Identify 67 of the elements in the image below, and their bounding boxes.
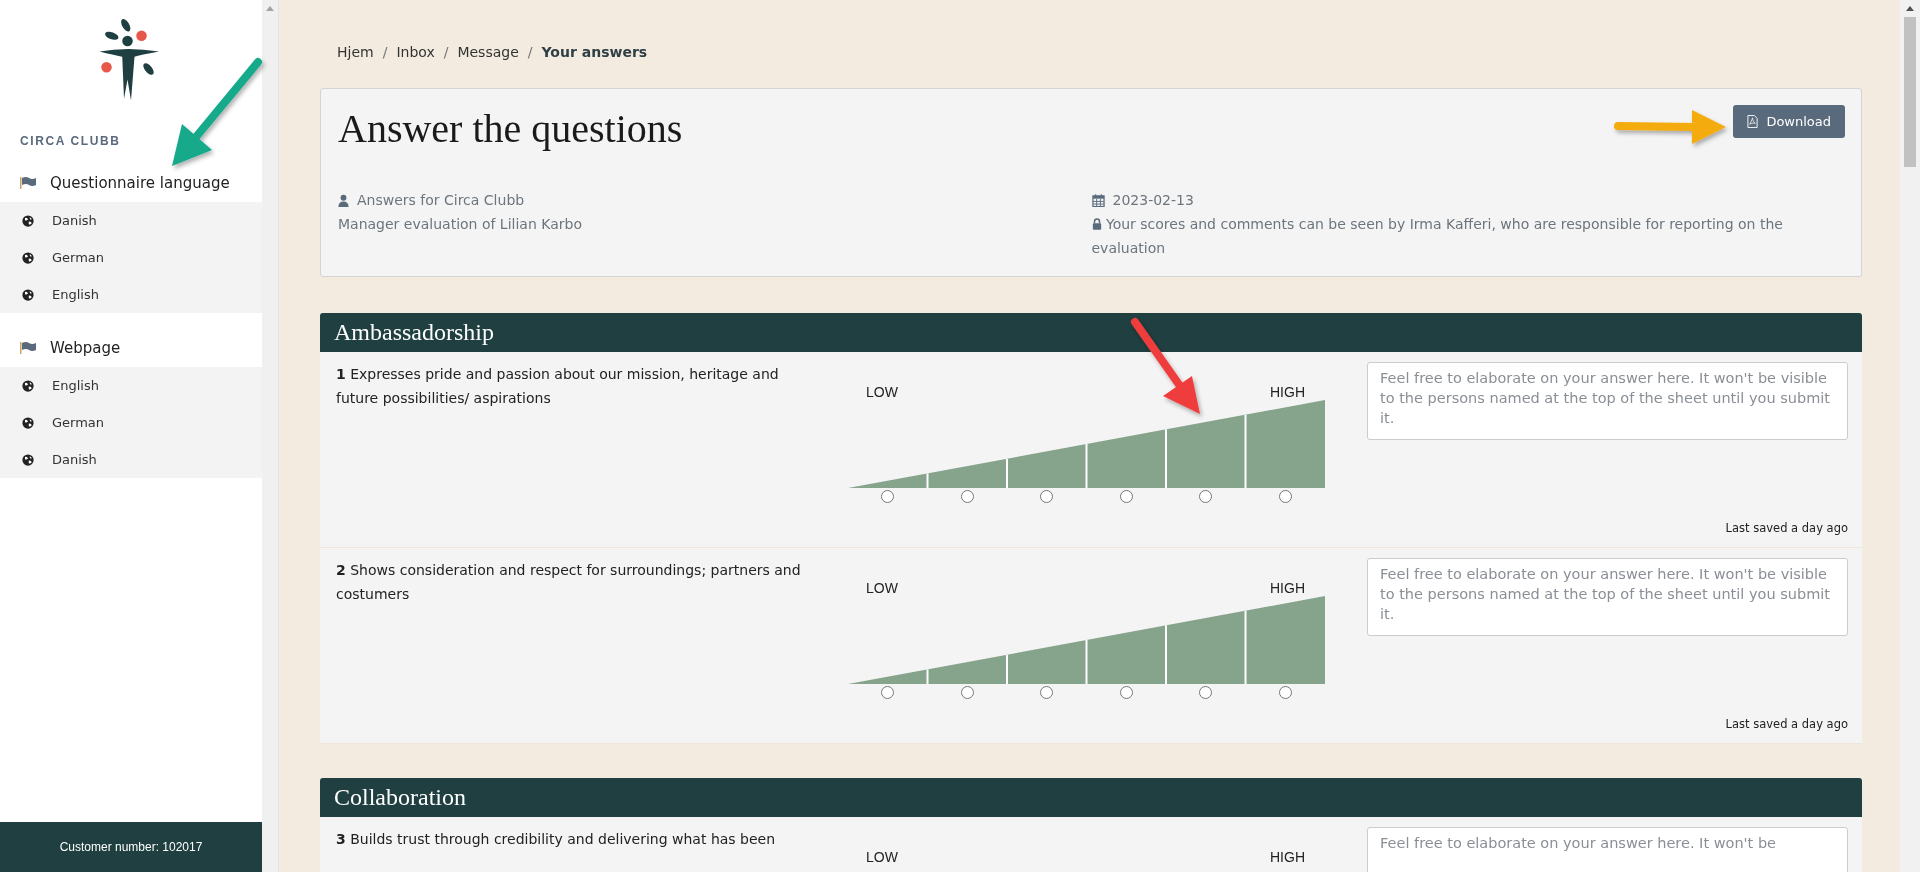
breadcrumb-link[interactable]: Message — [457, 44, 519, 60]
scrollbar-thumb[interactable] — [1904, 17, 1916, 167]
evaluation-text: Manager evaluation of Lilian Karbo — [338, 215, 583, 234]
last-saved-text: Last saved a day ago — [1725, 521, 1848, 535]
customer-number: Customer number: 102017 — [0, 822, 262, 872]
sidebar-scrollbar[interactable] — [262, 0, 279, 872]
group-title: Questionnaire language — [50, 174, 230, 192]
section-header: Collaboration — [320, 778, 1862, 817]
rating-radio[interactable] — [1040, 686, 1054, 699]
language-item[interactable]: Danish — [0, 202, 262, 239]
globe-icon — [22, 251, 34, 264]
scroll-up-icon[interactable] — [1906, 6, 1914, 11]
breadcrumb-link[interactable]: Inbox — [396, 44, 435, 60]
rating-radio[interactable] — [1199, 686, 1213, 699]
calendar-icon — [1091, 193, 1105, 207]
group-title: Webpage — [50, 339, 121, 357]
section-header: Ambassadorship — [320, 313, 1862, 352]
comment-field[interactable]: Feel free to elaborate on your answer here. It won't be visible to the persons named at the top of the sheet until you submit it. — [1367, 362, 1848, 440]
lock-icon — [1091, 218, 1102, 230]
question-text: 2 Shows consideration and respect for surroundings; partners and costumers — [336, 561, 802, 604]
last-saved-text: Last saved a day ago — [1725, 717, 1848, 731]
globe-icon — [22, 453, 34, 466]
flag-icon — [20, 342, 36, 354]
visibility-note: Your scores and comments can be seen by Irma Kafferi, who are responsible for reporting on the evaluation — [1091, 215, 1784, 258]
brand-name: CIRCA CLUBB — [19, 133, 122, 148]
high-label: HIGH — [1270, 849, 1305, 865]
language-item[interactable]: Danish — [0, 441, 262, 478]
rating-radio[interactable] — [1040, 490, 1054, 503]
rating-radio[interactable] — [1119, 490, 1133, 503]
globe-icon — [22, 288, 34, 301]
breadcrumb-link[interactable]: Your answers — [541, 44, 648, 60]
breadcrumb-separator: / — [443, 44, 449, 60]
globe-icon — [22, 416, 34, 429]
comment-field[interactable]: Feel free to elaborate on your answer here. It won't be — [1367, 827, 1848, 872]
page-scrollbar[interactable] — [1900, 0, 1920, 872]
globe-icon — [22, 214, 34, 227]
flag-icon — [20, 177, 36, 189]
language-item[interactable]: German — [0, 404, 262, 441]
rating-radio[interactable] — [1278, 686, 1292, 699]
question-text: 1 Expresses pride and passion about our mission, heritage and future possibilities/ aspirations — [336, 365, 780, 408]
low-label: LOW — [866, 849, 898, 865]
rating-radio[interactable] — [1119, 686, 1133, 699]
low-label: LOW — [866, 580, 898, 596]
answers-for-text: Answers for Circa Clubb — [357, 191, 525, 210]
high-label: HIGH — [1270, 384, 1305, 400]
rating-radio[interactable] — [960, 490, 974, 503]
download-button[interactable]: Download — [1733, 105, 1845, 138]
breadcrumb-link[interactable]: Hjem — [337, 44, 374, 60]
rating-radio[interactable] — [960, 686, 974, 699]
rating-radio[interactable] — [881, 686, 895, 699]
language-item[interactable]: German — [0, 239, 262, 276]
breadcrumb-separator: / — [382, 44, 388, 60]
comment-field[interactable]: Feel free to elaborate on your answer here. It won't be visible to the persons named at the top of the sheet until you submit it. — [1367, 558, 1848, 636]
user-icon — [338, 193, 349, 207]
pdf-file-icon — [1747, 115, 1759, 128]
low-label: LOW — [866, 384, 898, 400]
rating-radio[interactable] — [881, 490, 895, 503]
high-label: HIGH — [1270, 580, 1305, 596]
rating-radio[interactable] — [1278, 490, 1292, 503]
breadcrumb-separator: / — [527, 44, 533, 60]
language-item[interactable]: English — [0, 367, 262, 404]
question-text: 3 Builds trust through credibility and delivering what has been — [336, 830, 777, 849]
date-text: 2023-02-13 — [1112, 191, 1194, 210]
globe-icon — [22, 379, 34, 392]
page-title: Answer the questions — [338, 105, 683, 152]
rating-radio[interactable] — [1199, 490, 1213, 503]
language-item[interactable]: English — [0, 276, 262, 313]
